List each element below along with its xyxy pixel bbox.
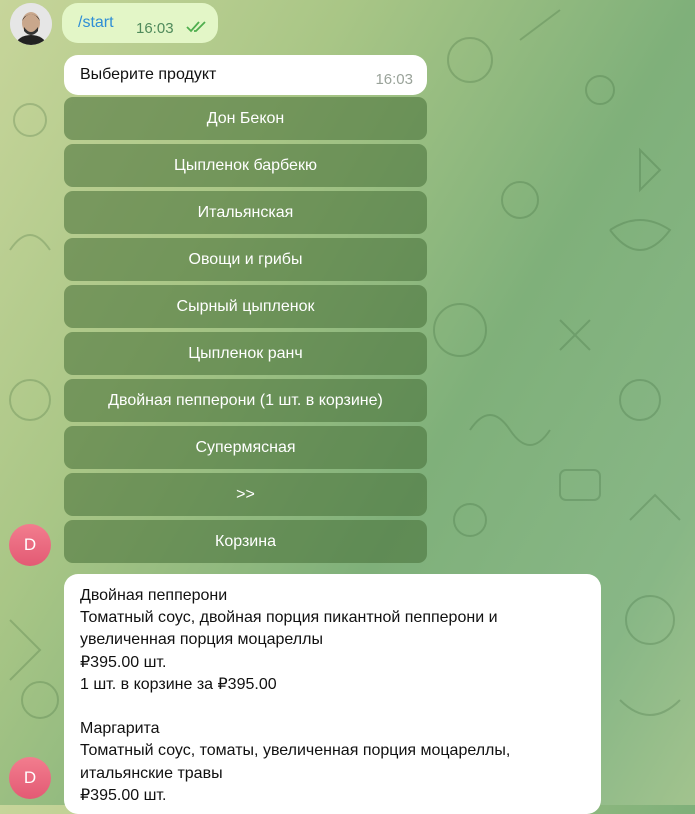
- user-avatar[interactable]: [10, 3, 52, 45]
- message-time: 16:03: [375, 71, 413, 88]
- double-check-icon: [186, 21, 206, 33]
- product-description: Томатный соус, томаты, увеличенная порци…: [80, 742, 511, 760]
- keyboard-button-don-bacon[interactable]: Дон Бекон: [64, 97, 427, 140]
- product-title: Маргарита: [80, 720, 160, 738]
- message-time: 16:03: [136, 20, 174, 37]
- keyboard-button-bbq-chicken[interactable]: Цыпленок барбекю: [64, 144, 427, 187]
- keyboard-button-veggies-mushrooms[interactable]: Овощи и грибы: [64, 238, 427, 281]
- outgoing-message: /start 16:03: [62, 3, 218, 43]
- product-description: итальянские травы: [80, 764, 223, 782]
- product-price: ₽395.00 шт.: [80, 786, 167, 804]
- keyboard-button-supermeat[interactable]: Супермясная: [64, 426, 427, 469]
- keyboard-button-italian[interactable]: Итальянская: [64, 191, 427, 234]
- keyboard-button-next-page[interactable]: >>: [64, 473, 427, 516]
- bot-avatar[interactable]: D: [9, 757, 51, 799]
- blank-line: ​: [80, 696, 585, 718]
- keyboard-button-ranch-chicken[interactable]: Цыпленок ранч: [64, 332, 427, 375]
- product-info-message: Двойная пепперони Томатный соус, двойная…: [64, 574, 601, 814]
- product-title: Двойная пепперони: [80, 587, 228, 604]
- keyboard-button-cart[interactable]: Корзина: [64, 520, 427, 563]
- product-cart-status: 1 шт. в корзине за ₽395.00: [80, 675, 277, 693]
- keyboard-button-cheese-chicken[interactable]: Сырный цыпленок: [64, 285, 427, 328]
- user-photo-icon: [10, 3, 52, 45]
- keyboard-button-double-pepperoni[interactable]: Двойная пепперони (1 шт. в корзине): [64, 379, 427, 422]
- prompt-text: Выберите продукт: [80, 66, 217, 83]
- bot-avatar[interactable]: D: [9, 524, 51, 566]
- bot-prompt-message: Выберите продукт 16:03: [64, 55, 427, 95]
- product-description: Томатный соус, двойная порция пикантной …: [80, 609, 498, 627]
- product-price: ₽395.00 шт.: [80, 653, 167, 671]
- start-command-link[interactable]: /start: [78, 14, 114, 31]
- product-description: увеличенная порция моцареллы: [80, 631, 323, 649]
